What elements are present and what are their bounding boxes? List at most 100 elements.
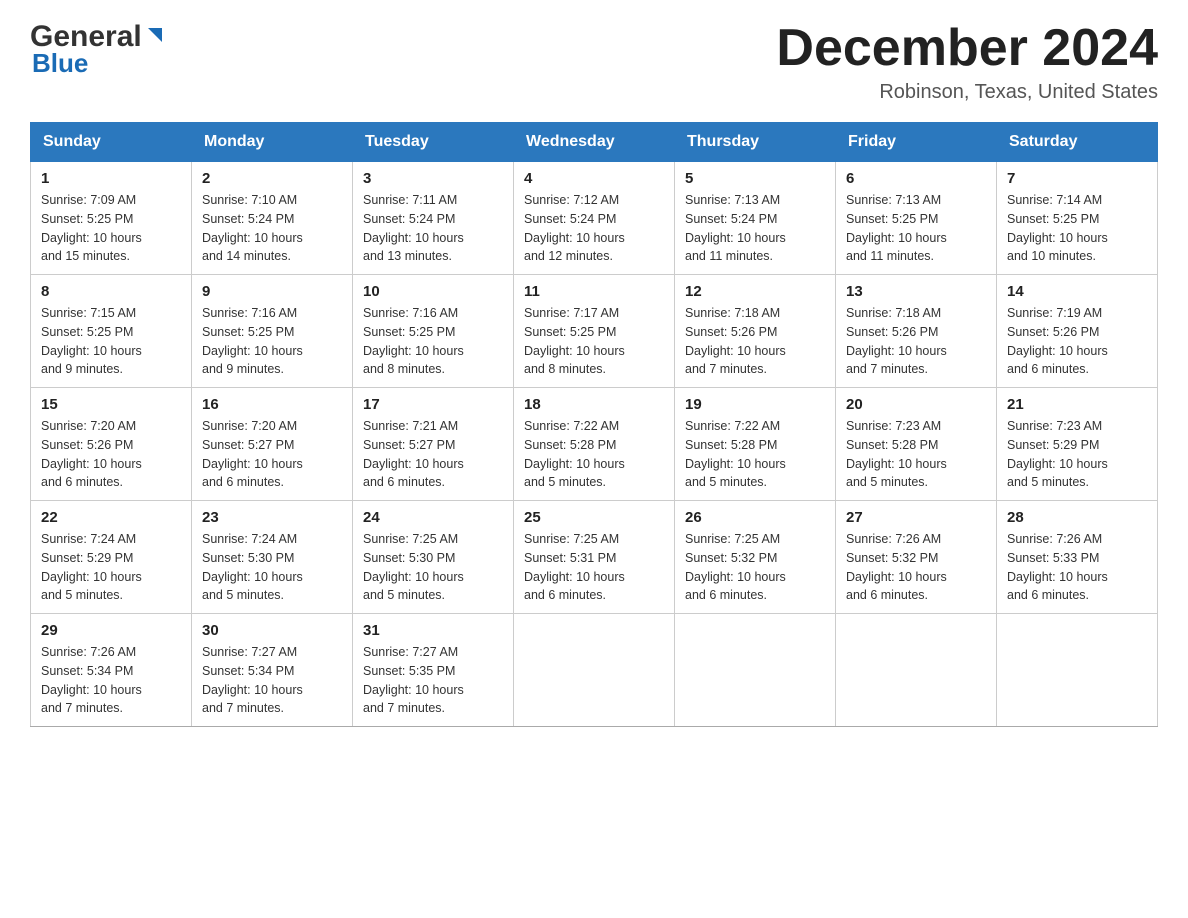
logo-arrow-icon [144, 24, 166, 46]
calendar-cell: 6 Sunrise: 7:13 AM Sunset: 5:25 PM Dayli… [836, 162, 997, 275]
calendar-cell: 29 Sunrise: 7:26 AM Sunset: 5:34 PM Dayl… [31, 614, 192, 727]
day-number: 25 [524, 509, 664, 526]
title-area: December 2024 Robinson, Texas, United St… [776, 20, 1158, 104]
calendar-day-header: Wednesday [514, 123, 675, 162]
calendar-day-header: Friday [836, 123, 997, 162]
calendar-cell: 23 Sunrise: 7:24 AM Sunset: 5:30 PM Dayl… [192, 501, 353, 614]
day-info: Sunrise: 7:16 AM Sunset: 5:25 PM Dayligh… [202, 304, 342, 379]
calendar-cell: 21 Sunrise: 7:23 AM Sunset: 5:29 PM Dayl… [997, 388, 1158, 501]
calendar-cell: 24 Sunrise: 7:25 AM Sunset: 5:30 PM Dayl… [353, 501, 514, 614]
day-info: Sunrise: 7:27 AM Sunset: 5:34 PM Dayligh… [202, 643, 342, 718]
day-number: 22 [41, 509, 181, 526]
calendar-header-row: SundayMondayTuesdayWednesdayThursdayFrid… [31, 123, 1158, 162]
day-info: Sunrise: 7:23 AM Sunset: 5:28 PM Dayligh… [846, 417, 986, 492]
day-number: 15 [41, 396, 181, 413]
day-info: Sunrise: 7:17 AM Sunset: 5:25 PM Dayligh… [524, 304, 664, 379]
calendar-cell: 28 Sunrise: 7:26 AM Sunset: 5:33 PM Dayl… [997, 501, 1158, 614]
calendar-cell [675, 614, 836, 727]
calendar-week-row: 22 Sunrise: 7:24 AM Sunset: 5:29 PM Dayl… [31, 501, 1158, 614]
calendar-cell [997, 614, 1158, 727]
day-number: 28 [1007, 509, 1147, 526]
day-number: 5 [685, 170, 825, 187]
day-number: 11 [524, 283, 664, 300]
day-info: Sunrise: 7:15 AM Sunset: 5:25 PM Dayligh… [41, 304, 181, 379]
day-info: Sunrise: 7:24 AM Sunset: 5:29 PM Dayligh… [41, 530, 181, 605]
day-info: Sunrise: 7:14 AM Sunset: 5:25 PM Dayligh… [1007, 191, 1147, 266]
calendar-cell: 11 Sunrise: 7:17 AM Sunset: 5:25 PM Dayl… [514, 275, 675, 388]
calendar-cell: 20 Sunrise: 7:23 AM Sunset: 5:28 PM Dayl… [836, 388, 997, 501]
calendar-cell: 30 Sunrise: 7:27 AM Sunset: 5:34 PM Dayl… [192, 614, 353, 727]
location: Robinson, Texas, United States [776, 81, 1158, 104]
calendar-cell: 27 Sunrise: 7:26 AM Sunset: 5:32 PM Dayl… [836, 501, 997, 614]
calendar-cell: 1 Sunrise: 7:09 AM Sunset: 5:25 PM Dayli… [31, 162, 192, 275]
calendar-cell: 3 Sunrise: 7:11 AM Sunset: 5:24 PM Dayli… [353, 162, 514, 275]
calendar-day-header: Monday [192, 123, 353, 162]
day-number: 10 [363, 283, 503, 300]
day-info: Sunrise: 7:12 AM Sunset: 5:24 PM Dayligh… [524, 191, 664, 266]
day-number: 21 [1007, 396, 1147, 413]
logo: General Blue [30, 20, 166, 79]
day-info: Sunrise: 7:13 AM Sunset: 5:24 PM Dayligh… [685, 191, 825, 266]
day-number: 3 [363, 170, 503, 187]
day-number: 26 [685, 509, 825, 526]
day-number: 12 [685, 283, 825, 300]
day-info: Sunrise: 7:26 AM Sunset: 5:32 PM Dayligh… [846, 530, 986, 605]
calendar-cell: 7 Sunrise: 7:14 AM Sunset: 5:25 PM Dayli… [997, 162, 1158, 275]
day-number: 31 [363, 622, 503, 639]
day-info: Sunrise: 7:22 AM Sunset: 5:28 PM Dayligh… [685, 417, 825, 492]
calendar-cell: 31 Sunrise: 7:27 AM Sunset: 5:35 PM Dayl… [353, 614, 514, 727]
day-number: 8 [41, 283, 181, 300]
calendar-cell: 16 Sunrise: 7:20 AM Sunset: 5:27 PM Dayl… [192, 388, 353, 501]
month-title: December 2024 [776, 20, 1158, 77]
day-info: Sunrise: 7:24 AM Sunset: 5:30 PM Dayligh… [202, 530, 342, 605]
day-info: Sunrise: 7:16 AM Sunset: 5:25 PM Dayligh… [363, 304, 503, 379]
day-info: Sunrise: 7:09 AM Sunset: 5:25 PM Dayligh… [41, 191, 181, 266]
day-info: Sunrise: 7:20 AM Sunset: 5:26 PM Dayligh… [41, 417, 181, 492]
day-number: 19 [685, 396, 825, 413]
day-info: Sunrise: 7:11 AM Sunset: 5:24 PM Dayligh… [363, 191, 503, 266]
day-info: Sunrise: 7:18 AM Sunset: 5:26 PM Dayligh… [685, 304, 825, 379]
day-info: Sunrise: 7:25 AM Sunset: 5:32 PM Dayligh… [685, 530, 825, 605]
day-number: 14 [1007, 283, 1147, 300]
day-info: Sunrise: 7:10 AM Sunset: 5:24 PM Dayligh… [202, 191, 342, 266]
day-number: 13 [846, 283, 986, 300]
day-info: Sunrise: 7:20 AM Sunset: 5:27 PM Dayligh… [202, 417, 342, 492]
day-info: Sunrise: 7:26 AM Sunset: 5:33 PM Dayligh… [1007, 530, 1147, 605]
calendar-table: SundayMondayTuesdayWednesdayThursdayFrid… [30, 122, 1158, 727]
day-info: Sunrise: 7:18 AM Sunset: 5:26 PM Dayligh… [846, 304, 986, 379]
calendar-cell: 13 Sunrise: 7:18 AM Sunset: 5:26 PM Dayl… [836, 275, 997, 388]
page-header: General Blue December 2024 Robinson, Tex… [30, 20, 1158, 104]
calendar-cell: 15 Sunrise: 7:20 AM Sunset: 5:26 PM Dayl… [31, 388, 192, 501]
calendar-day-header: Thursday [675, 123, 836, 162]
calendar-cell [836, 614, 997, 727]
logo-blue-text: Blue [32, 48, 88, 79]
calendar-cell: 18 Sunrise: 7:22 AM Sunset: 5:28 PM Dayl… [514, 388, 675, 501]
day-info: Sunrise: 7:19 AM Sunset: 5:26 PM Dayligh… [1007, 304, 1147, 379]
day-info: Sunrise: 7:23 AM Sunset: 5:29 PM Dayligh… [1007, 417, 1147, 492]
calendar-cell: 12 Sunrise: 7:18 AM Sunset: 5:26 PM Dayl… [675, 275, 836, 388]
calendar-cell [514, 614, 675, 727]
day-number: 23 [202, 509, 342, 526]
day-number: 18 [524, 396, 664, 413]
calendar-week-row: 8 Sunrise: 7:15 AM Sunset: 5:25 PM Dayli… [31, 275, 1158, 388]
calendar-cell: 25 Sunrise: 7:25 AM Sunset: 5:31 PM Dayl… [514, 501, 675, 614]
calendar-cell: 5 Sunrise: 7:13 AM Sunset: 5:24 PM Dayli… [675, 162, 836, 275]
calendar-cell: 9 Sunrise: 7:16 AM Sunset: 5:25 PM Dayli… [192, 275, 353, 388]
day-number: 9 [202, 283, 342, 300]
day-info: Sunrise: 7:25 AM Sunset: 5:30 PM Dayligh… [363, 530, 503, 605]
calendar-day-header: Sunday [31, 123, 192, 162]
calendar-cell: 17 Sunrise: 7:21 AM Sunset: 5:27 PM Dayl… [353, 388, 514, 501]
day-number: 16 [202, 396, 342, 413]
calendar-cell: 8 Sunrise: 7:15 AM Sunset: 5:25 PM Dayli… [31, 275, 192, 388]
day-number: 20 [846, 396, 986, 413]
day-number: 29 [41, 622, 181, 639]
calendar-cell: 14 Sunrise: 7:19 AM Sunset: 5:26 PM Dayl… [997, 275, 1158, 388]
calendar-cell: 22 Sunrise: 7:24 AM Sunset: 5:29 PM Dayl… [31, 501, 192, 614]
calendar-day-header: Tuesday [353, 123, 514, 162]
day-number: 6 [846, 170, 986, 187]
day-info: Sunrise: 7:21 AM Sunset: 5:27 PM Dayligh… [363, 417, 503, 492]
day-info: Sunrise: 7:25 AM Sunset: 5:31 PM Dayligh… [524, 530, 664, 605]
day-info: Sunrise: 7:22 AM Sunset: 5:28 PM Dayligh… [524, 417, 664, 492]
day-number: 2 [202, 170, 342, 187]
calendar-cell: 2 Sunrise: 7:10 AM Sunset: 5:24 PM Dayli… [192, 162, 353, 275]
